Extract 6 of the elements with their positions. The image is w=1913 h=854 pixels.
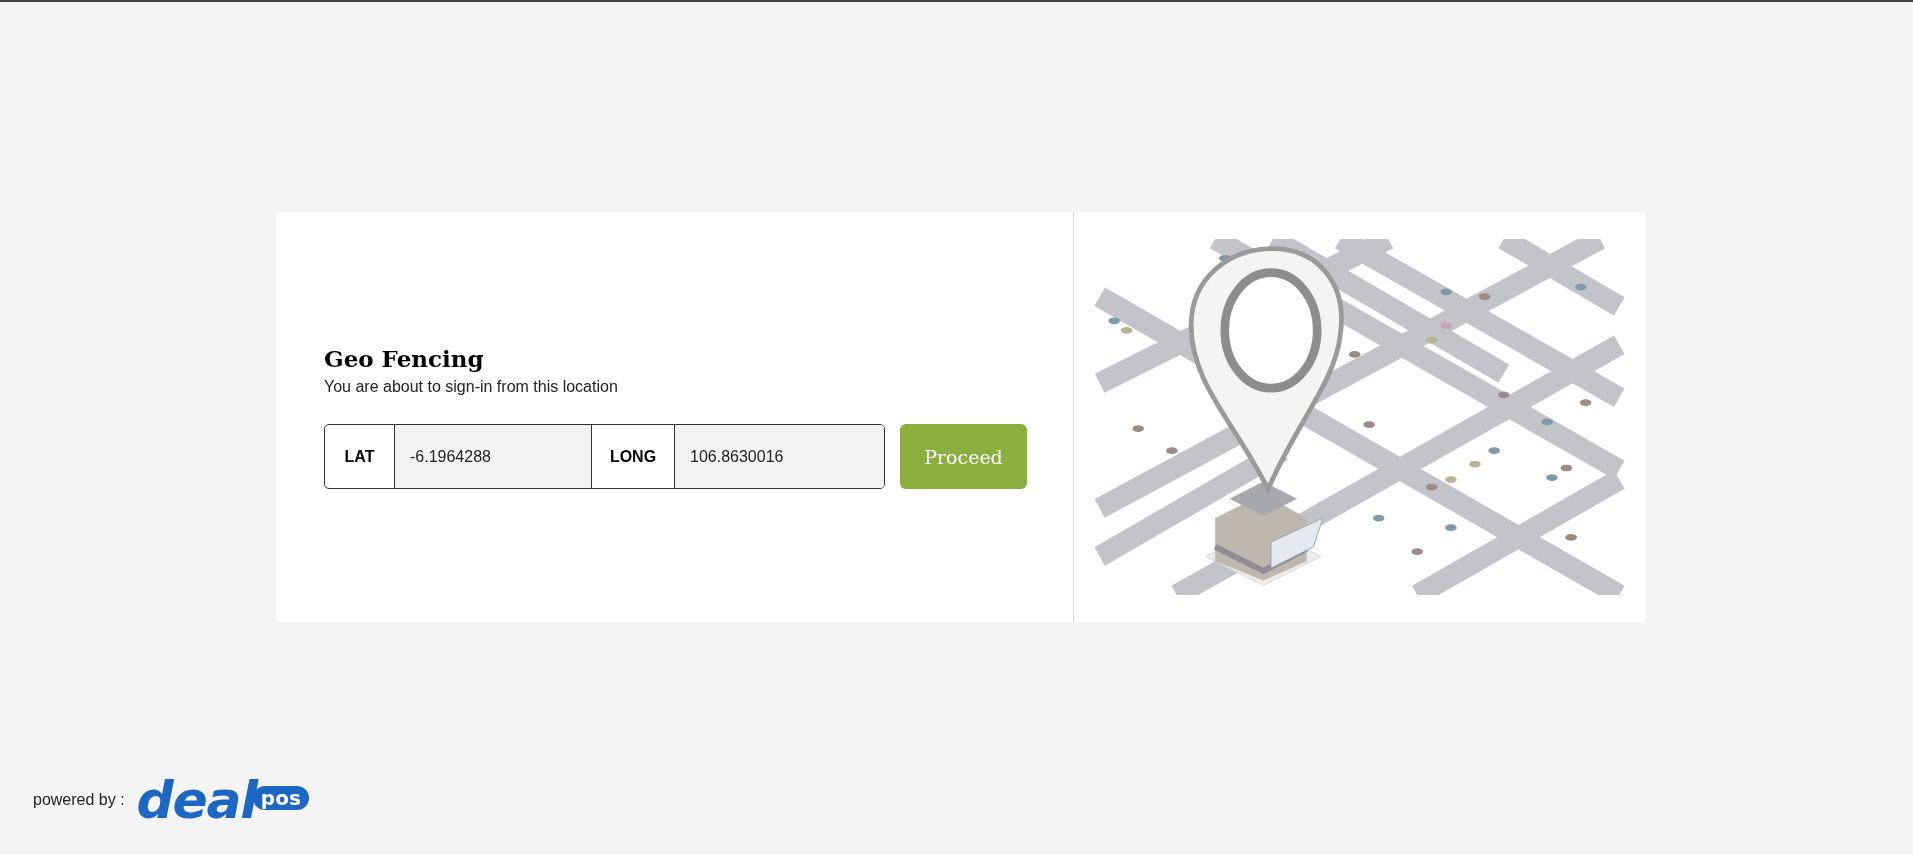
subtitle-text: You are about to sign-in from this location <box>324 377 619 398</box>
coordinate-input[interactable]: -6.1964288 <box>394 425 591 489</box>
powered-by-text: powered by : <box>33 790 125 810</box>
coordinate-input[interactable]: 106.8630016 <box>674 425 884 489</box>
coordinate-label: LAT <box>343 446 376 467</box>
page-title: Geo Fencing <box>324 344 485 374</box>
